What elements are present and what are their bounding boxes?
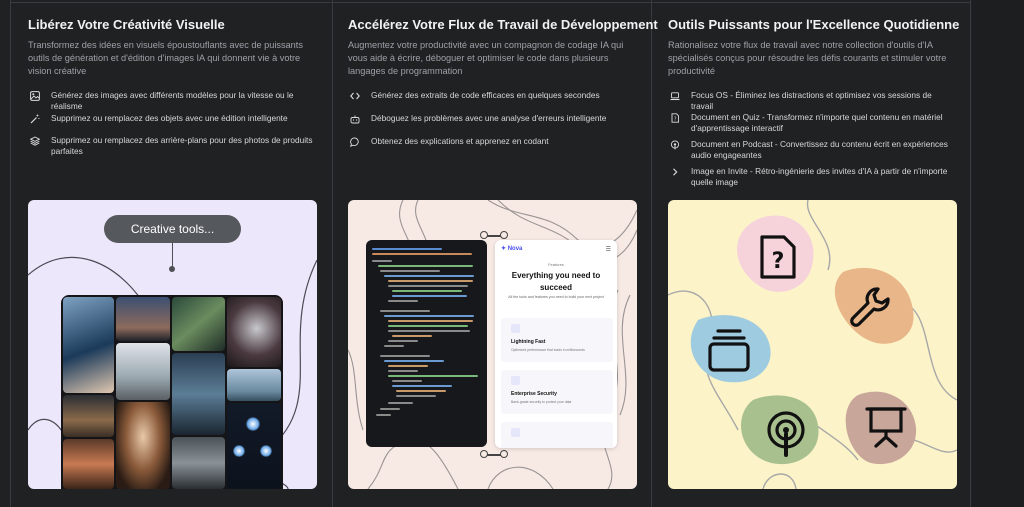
- svg-text:?: ?: [772, 249, 785, 274]
- creative-tools-pill[interactable]: Creative tools...: [104, 215, 241, 243]
- svg-text:?: ?: [674, 116, 677, 122]
- podcast-icon[interactable]: [764, 410, 808, 458]
- column-description: Augmentez votre productivité avec un com…: [348, 40, 624, 76]
- feature-text: Document en Quiz - Transformez n'importe…: [691, 112, 943, 133]
- feature-text: Image en Invite - Rétro-ingénierie des i…: [691, 166, 948, 187]
- gallery-image-restaurant[interactable]: [63, 395, 114, 437]
- connector-dot: [169, 266, 175, 272]
- site-card-desc: Bank-grade security to protect your data: [511, 400, 572, 404]
- site-features-label: Features: [548, 262, 564, 267]
- gallery-image-hall[interactable]: [172, 437, 225, 489]
- frame-border-right: [970, 0, 971, 507]
- feature-text: Focus OS - Éliminez les distractions et …: [691, 90, 932, 111]
- site-subline: All the tools and features you need to b…: [508, 295, 604, 299]
- laptop-icon: [670, 92, 680, 101]
- daily-tools-visual: ?: [668, 200, 957, 489]
- dev-workflow-visual: ✦ Nova ☰ Features Everything you need to…: [348, 200, 637, 489]
- feature-text: Générez des extraits de code efficaces e…: [371, 90, 600, 100]
- column-description: Rationalisez votre flux de travail avec …: [668, 40, 947, 76]
- resize-handle[interactable]: [500, 231, 508, 239]
- feature-text: Générez des images avec différents modèl…: [51, 90, 294, 111]
- gallery-image-mountain[interactable]: [116, 297, 170, 341]
- site-card-title: Lightning Fast: [511, 339, 546, 345]
- code-editor-preview: [366, 240, 487, 447]
- site-feature-card[interactable]: Lightning Fast Optimized performance tha…: [501, 318, 613, 362]
- image-gallery: [61, 295, 283, 489]
- image-icon: [30, 91, 40, 101]
- code-icon: [350, 92, 360, 100]
- site-feature-card[interactable]: Enterprise Security Bank-grade security …: [501, 370, 613, 414]
- quiz-file-icon[interactable]: ?: [758, 234, 798, 280]
- column-divider: [332, 0, 333, 507]
- storage-box-icon[interactable]: [706, 326, 752, 374]
- feature-text: Déboguez les problèmes avec une analyse …: [371, 113, 607, 123]
- gallery-image-food[interactable]: [63, 439, 114, 489]
- gallery-image-robot[interactable]: [227, 403, 281, 489]
- wrench-icon[interactable]: [848, 283, 894, 329]
- site-headline: Everything you need to succeed: [511, 271, 601, 292]
- connector-line: [172, 243, 173, 268]
- site-card-desc: Optimized performance that loads in mill…: [511, 348, 585, 352]
- feature-text: Obtenez des explications et apprenez en …: [371, 136, 549, 146]
- shield-icon: [511, 376, 520, 385]
- column-divider: [651, 0, 652, 507]
- gallery-image-lake[interactable]: [227, 369, 281, 401]
- lightning-icon: [511, 324, 520, 333]
- chat-icon: [350, 137, 359, 147]
- gallery-image-portrait[interactable]: [116, 402, 170, 489]
- feature-icon: [511, 428, 520, 437]
- creative-tools-visual: Creative tools...: [28, 200, 317, 489]
- column-title: Accélérez Votre Flux de Travail de Dével…: [348, 17, 658, 32]
- page-gutter: [972, 0, 1024, 507]
- website-preview: ✦ Nova ☰ Features Everything you need to…: [495, 240, 617, 448]
- gallery-image-forest[interactable]: [172, 297, 225, 351]
- magic-wand-icon: [30, 114, 40, 124]
- podcast-icon: [670, 140, 680, 150]
- chevron-right-icon: [673, 168, 678, 176]
- layers-icon: [30, 136, 40, 146]
- feature-text: Document en Podcast - Convertissez du co…: [691, 139, 948, 160]
- site-brand[interactable]: ✦ Nova: [501, 245, 522, 252]
- gallery-image-corridor[interactable]: [172, 353, 225, 435]
- resize-handle[interactable]: [480, 231, 488, 239]
- resize-handle[interactable]: [480, 450, 488, 458]
- feature-text: Supprimez ou remplacez des objets avec u…: [51, 113, 288, 123]
- site-feature-card[interactable]: [501, 422, 613, 448]
- resize-handle[interactable]: [500, 450, 508, 458]
- frame-border-left: [10, 0, 11, 507]
- frame-border-top: [10, 2, 970, 3]
- menu-icon[interactable]: ☰: [606, 246, 611, 253]
- presentation-icon[interactable]: [864, 404, 908, 448]
- column-title: Outils Puissants pour l'Excellence Quoti…: [668, 17, 960, 32]
- gallery-image-interior[interactable]: [116, 343, 170, 400]
- quiz-file-icon: ?: [671, 113, 679, 123]
- column-description: Transformez des idées en visuels épousto…: [28, 40, 303, 76]
- feature-text: Supprimez ou remplacez des arrière-plans…: [51, 135, 313, 156]
- gallery-image-waves[interactable]: [63, 297, 114, 393]
- bot-icon: [350, 115, 360, 124]
- gallery-image-creature[interactable]: [227, 297, 281, 367]
- site-card-title: Enterprise Security: [511, 391, 557, 397]
- column-title: Libérez Votre Créativité Visuelle: [28, 17, 225, 32]
